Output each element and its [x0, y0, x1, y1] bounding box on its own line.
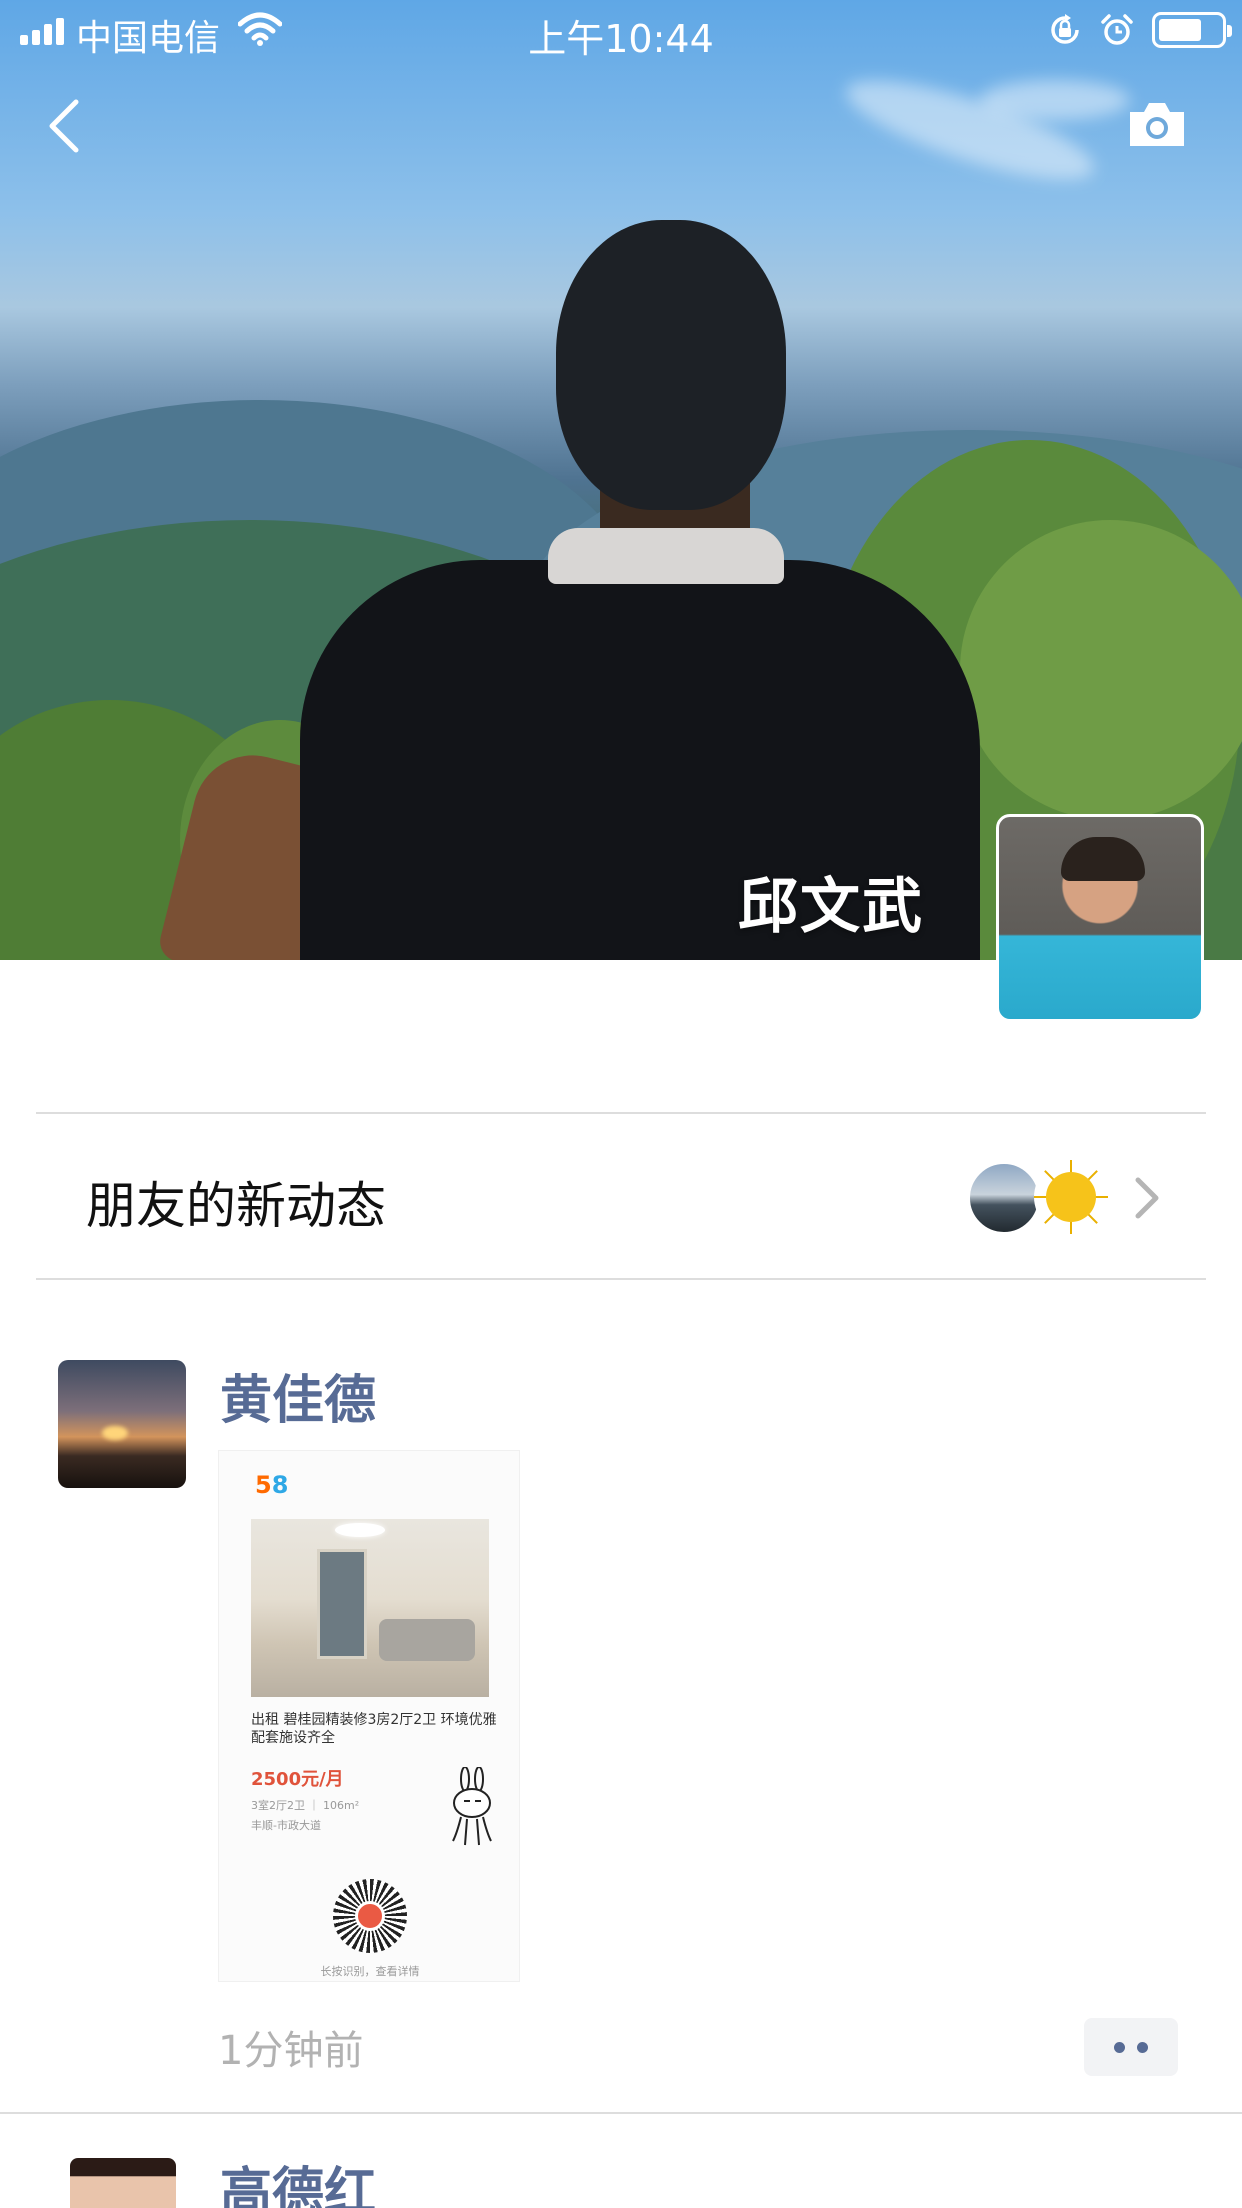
- cover-person-collar: [548, 528, 784, 584]
- friends-updates-row[interactable]: 朋友的新动态: [36, 1114, 1206, 1278]
- friend-update-avatar: [1034, 1160, 1108, 1234]
- listing-logo: 58: [255, 1471, 289, 1499]
- bunny-sticker-icon: [452, 1767, 492, 1846]
- friends-updates-label: 朋友的新动态: [86, 1177, 386, 1235]
- cover-foliage: [960, 520, 1242, 820]
- alarm-icon: [1101, 14, 1133, 45]
- listing-title: 出租 碧桂园精装修3房2厅2卫 环境优雅配套施设齐全: [251, 1712, 497, 1746]
- battery-icon: [1152, 12, 1232, 48]
- post-author-name[interactable]: 黄佳德: [220, 1358, 376, 1433]
- status-bar: 中国电信 上午10:44: [0, 0, 1242, 62]
- post-author-avatar[interactable]: [58, 1360, 186, 1488]
- post-time: 1分钟前: [218, 2028, 364, 2074]
- post-author-avatar[interactable]: [70, 2158, 176, 2208]
- listing-location: 丰顺-市政大道: [251, 1819, 321, 1832]
- rotation-lock-icon: [1051, 14, 1079, 44]
- listing-price: 2500元/月: [251, 1769, 344, 1790]
- divider: [36, 1278, 1206, 1280]
- listing-photo: [251, 1519, 489, 1697]
- more-dots-icon[interactable]: [1084, 2018, 1178, 2076]
- back-arrow-icon[interactable]: [40, 96, 90, 156]
- cover-person-head: [556, 220, 786, 510]
- post-author-name[interactable]: 高德红: [220, 2150, 376, 2208]
- qr-hint: 长按识别，查看详情: [320, 1965, 420, 1978]
- friend-update-avatar: [968, 1162, 1040, 1234]
- camera-icon[interactable]: [1126, 98, 1188, 150]
- post-image[interactable]: 58 出租 碧桂园精装修3房2厅2卫 环境优雅配套施设齐全 2500元/月 3室…: [218, 1450, 520, 1982]
- chevron-right-icon: [1135, 1177, 1159, 1219]
- listing-spec: 3室2厅2卫 ｜ 106m²: [251, 1799, 360, 1812]
- profile-name: 邱文武: [738, 872, 924, 942]
- qr-logo: [355, 1901, 385, 1931]
- profile-avatar[interactable]: [996, 814, 1204, 1022]
- cover-cloud: [980, 80, 1130, 120]
- divider: [0, 2112, 1242, 2114]
